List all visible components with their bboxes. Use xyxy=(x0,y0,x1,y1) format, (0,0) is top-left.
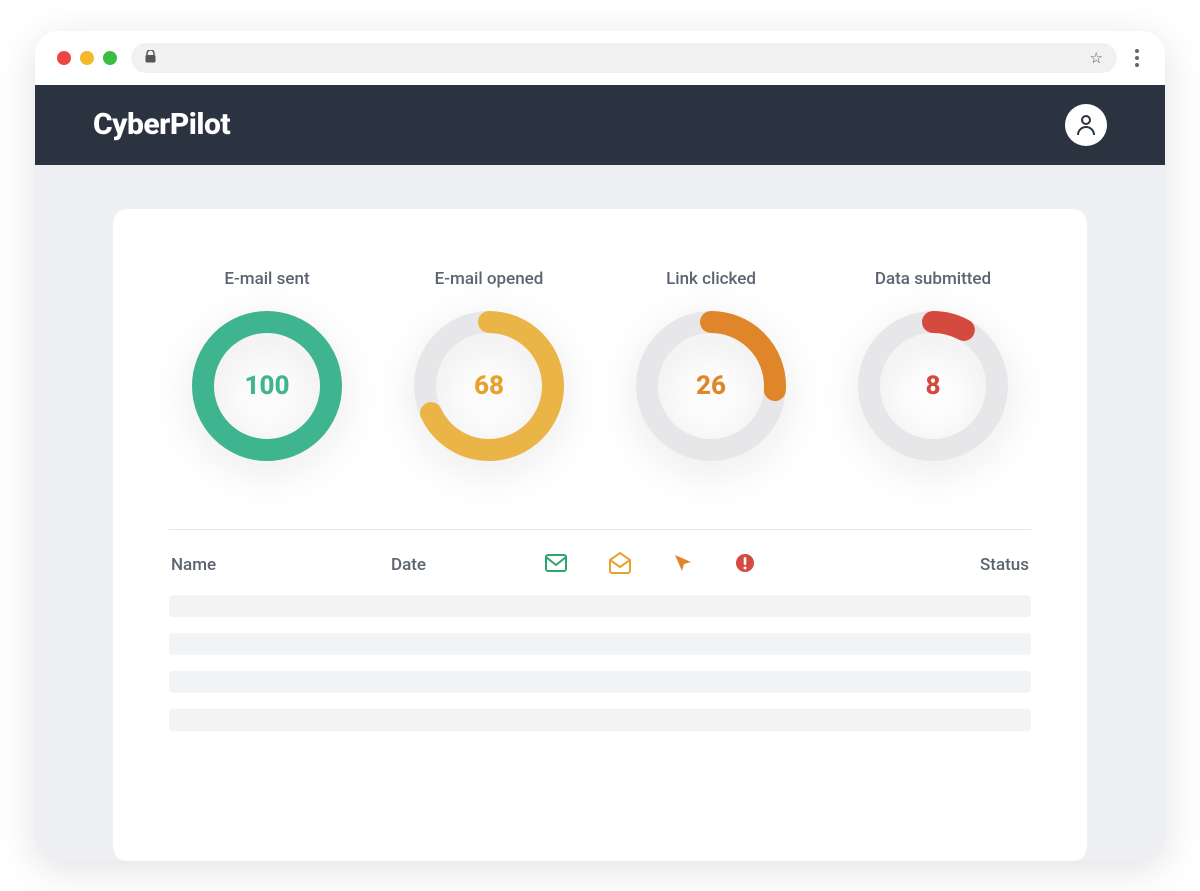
metric-label: Link clicked xyxy=(666,269,756,289)
table-body xyxy=(169,595,1031,731)
donut-chart: 8 xyxy=(854,307,1012,465)
metric-value: 68 xyxy=(410,307,568,465)
kebab-dot-icon xyxy=(1135,49,1139,53)
metric-data-submitted: Data submitted 8 xyxy=(835,269,1031,465)
table-row xyxy=(169,633,1031,655)
account-button[interactable] xyxy=(1065,104,1107,146)
table-row xyxy=(169,671,1031,693)
kebab-dot-icon xyxy=(1135,56,1139,60)
mail-opened-icon xyxy=(609,552,631,579)
user-icon xyxy=(1076,114,1096,136)
window-minimize-icon[interactable] xyxy=(80,51,94,65)
window-controls xyxy=(57,51,117,65)
click-icon xyxy=(673,553,693,578)
window-close-icon[interactable] xyxy=(57,51,71,65)
metric-value: 8 xyxy=(854,307,1012,465)
metric-link-clicked: Link clicked 26 xyxy=(613,269,809,465)
donut-chart: 26 xyxy=(632,307,790,465)
bookmark-star-icon[interactable]: ☆ xyxy=(1090,49,1103,67)
table-row xyxy=(169,595,1031,617)
brand-logo: CyberPilot xyxy=(93,107,230,142)
table-header: Name Date xyxy=(169,552,1031,595)
column-status: Status xyxy=(919,555,1029,575)
browser-window: ☆ CyberPilot E-mail sent xyxy=(35,31,1165,861)
metric-email-opened: E-mail opened 68 xyxy=(391,269,587,465)
browser-menu-button[interactable] xyxy=(1131,45,1143,71)
app-body: E-mail sent 100 E-mail opened xyxy=(35,165,1165,861)
alert-icon xyxy=(735,553,755,578)
app-header: CyberPilot xyxy=(35,85,1165,165)
address-bar[interactable]: ☆ xyxy=(131,43,1117,73)
metrics-row: E-mail sent 100 E-mail opened xyxy=(169,269,1031,465)
window-maximize-icon[interactable] xyxy=(103,51,117,65)
divider xyxy=(169,529,1031,530)
table-row xyxy=(169,709,1031,731)
donut-chart: 68 xyxy=(410,307,568,465)
lock-icon xyxy=(145,50,156,66)
column-icons xyxy=(541,552,919,579)
dashboard-card: E-mail sent 100 E-mail opened xyxy=(113,209,1087,861)
metric-label: E-mail sent xyxy=(224,269,309,289)
browser-chrome: ☆ xyxy=(35,31,1165,85)
metric-label: Data submitted xyxy=(875,269,991,289)
metric-label: E-mail opened xyxy=(435,269,544,289)
metric-email-sent: E-mail sent 100 xyxy=(169,269,365,465)
column-date: Date xyxy=(391,555,541,575)
kebab-dot-icon xyxy=(1135,63,1139,67)
column-name: Name xyxy=(171,555,391,575)
donut-chart: 100 xyxy=(188,307,346,465)
metric-value: 26 xyxy=(632,307,790,465)
metric-value: 100 xyxy=(188,307,346,465)
mail-sent-icon xyxy=(545,554,567,577)
